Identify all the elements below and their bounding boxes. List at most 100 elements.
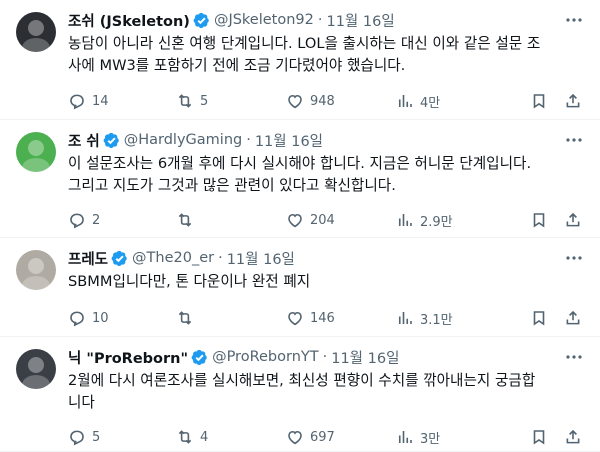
views-button[interactable]: 3만: [396, 428, 440, 447]
like-icon: [286, 92, 304, 110]
like-icon: [286, 211, 304, 229]
tweet-text-line: 니다: [68, 394, 95, 411]
retweet-button[interactable]: 4: [176, 428, 208, 446]
display-name[interactable]: 조쉬 (JSkeleton): [68, 10, 190, 31]
reply-button[interactable]: 5: [68, 428, 100, 446]
avatar[interactable]: [16, 349, 56, 389]
reply-count: 2: [92, 212, 101, 228]
tweet-date[interactable]: 11월 16일: [255, 130, 323, 151]
retweet-icon: [176, 92, 194, 110]
retweet-button[interactable]: [176, 211, 200, 229]
tweet-header: 닉 "ProReborn" @ProRebornYT · 11월 16일: [68, 347, 584, 367]
verified-badge-icon: [191, 349, 207, 365]
user-handle[interactable]: @The20_er: [132, 250, 214, 266]
like-button[interactable]: 697: [286, 428, 335, 446]
tweet-header: 조 쉬 @HardlyGaming · 11월 16일: [68, 130, 584, 150]
bookmark-button[interactable]: [530, 428, 548, 446]
avatar[interactable]: [16, 12, 56, 52]
user-handle[interactable]: @HardlyGaming: [124, 132, 242, 148]
like-count: 146: [310, 310, 335, 326]
like-button[interactable]: 204: [286, 211, 335, 229]
views-button[interactable]: 4만: [396, 92, 440, 111]
separator-dot: ·: [317, 12, 323, 28]
tweet-feed: 조쉬 (JSkeleton) @JSkeleton92 · 11월 16일 농담…: [0, 0, 600, 452]
more-icon[interactable]: [564, 250, 584, 266]
user-handle[interactable]: @JSkeleton92: [214, 12, 314, 28]
bookmark-button[interactable]: [530, 92, 548, 110]
tweet-header: 조쉬 (JSkeleton) @JSkeleton92 · 11월 16일: [68, 10, 584, 30]
reply-count: 5: [92, 429, 101, 445]
reply-button[interactable]: 2: [68, 211, 100, 229]
views-icon: [396, 211, 414, 229]
like-button[interactable]: 948: [286, 92, 335, 110]
display-name[interactable]: 프레도: [68, 248, 108, 269]
verified-badge-icon: [103, 132, 119, 148]
share-button[interactable]: [564, 428, 582, 446]
like-button[interactable]: 146: [286, 309, 335, 327]
views-count: 2.9만: [420, 214, 453, 230]
views-icon: [396, 92, 414, 110]
user-handle[interactable]: @ProRebornYT: [212, 349, 319, 365]
bookmark-button[interactable]: [530, 211, 548, 229]
display-name[interactable]: 조 쉬: [68, 130, 100, 151]
tweet-date[interactable]: 11월 16일: [331, 347, 399, 368]
tweet-actions: 5 4 697 3만: [68, 427, 584, 447]
like-count: 948: [310, 93, 335, 109]
views-count: 4만: [420, 95, 441, 111]
bookmark-icon: [530, 211, 548, 229]
like-count: 204: [310, 212, 335, 228]
more-icon[interactable]: [564, 349, 584, 365]
tweet-actions: 10 146 3.1만: [68, 308, 584, 328]
like-icon: [286, 309, 304, 327]
retweet-icon: [176, 428, 194, 446]
share-icon: [564, 309, 582, 327]
tweet[interactable]: 닉 "ProReborn" @ProRebornYT · 11월 16일 2월에…: [0, 337, 600, 452]
share-button[interactable]: [564, 211, 582, 229]
verified-badge-icon: [111, 250, 127, 266]
tweet[interactable]: 프레도 @The20_er · 11월 16일 SBMM입니다만, 톤 다운이나…: [0, 238, 600, 337]
avatar-image: [16, 349, 56, 389]
bookmark-icon: [530, 309, 548, 327]
separator-dot: ·: [246, 132, 251, 148]
avatar-image: [16, 250, 56, 290]
tweet-text-line: 이 설문조사는 6개월 후에 다시 실시해야 합니다. 지금은 허니문 단계입니…: [68, 155, 532, 172]
reply-icon: [68, 211, 86, 229]
tweet-actions: 2 204 2.9만: [68, 210, 584, 230]
views-button[interactable]: 3.1만: [396, 309, 453, 328]
share-icon: [564, 211, 582, 229]
bookmark-icon: [530, 428, 548, 446]
more-icon[interactable]: [564, 12, 584, 28]
like-icon: [286, 428, 304, 446]
tweet[interactable]: 조쉬 (JSkeleton) @JSkeleton92 · 11월 16일 농담…: [0, 0, 600, 120]
avatar-image: [16, 132, 56, 172]
tweet-text-line: 그리고 지도가 그것과 많은 관련이 있다고 확신합니다.: [68, 177, 396, 194]
avatar[interactable]: [16, 132, 56, 172]
separator-dot: ·: [322, 349, 328, 365]
views-button[interactable]: 2.9만: [396, 211, 453, 230]
tweet-text-line: SBMM입니다만, 톤 다운이나 완전 폐지: [68, 273, 311, 290]
retweet-count: 4: [200, 429, 209, 445]
reply-icon: [68, 428, 86, 446]
avatar[interactable]: [16, 250, 56, 290]
reply-icon: [68, 92, 86, 110]
tweet-text-line: 2월에 다시 여론조사를 실시해보면, 최신성 편향이 수치를 깎아내는지 궁금…: [68, 372, 536, 389]
tweet-date[interactable]: 11월 16일: [227, 248, 295, 269]
reply-button[interactable]: 10: [68, 309, 109, 327]
tweet[interactable]: 조 쉬 @HardlyGaming · 11월 16일 이 설문조사는 6개월 …: [0, 120, 600, 238]
retweet-button[interactable]: 5: [176, 92, 208, 110]
share-button[interactable]: [564, 309, 582, 327]
retweet-button[interactable]: [176, 309, 200, 327]
share-button[interactable]: [564, 92, 582, 110]
like-count: 697: [310, 429, 335, 445]
views-icon: [396, 309, 414, 327]
tweet-text-line: 농담이 아니라 신혼 여행 단계입니다. LOL을 출시하는 대신 이와 같은 …: [68, 35, 541, 52]
more-icon[interactable]: [564, 132, 584, 148]
bookmark-button[interactable]: [530, 309, 548, 327]
views-count: 3.1만: [420, 312, 453, 328]
separator-dot: ·: [218, 250, 223, 266]
tweet-date[interactable]: 11월 16일: [326, 10, 394, 31]
reply-icon: [68, 309, 86, 327]
reply-button[interactable]: 14: [68, 92, 109, 110]
verified-badge-icon: [193, 12, 209, 28]
display-name[interactable]: 닉 "ProReborn": [68, 347, 188, 368]
